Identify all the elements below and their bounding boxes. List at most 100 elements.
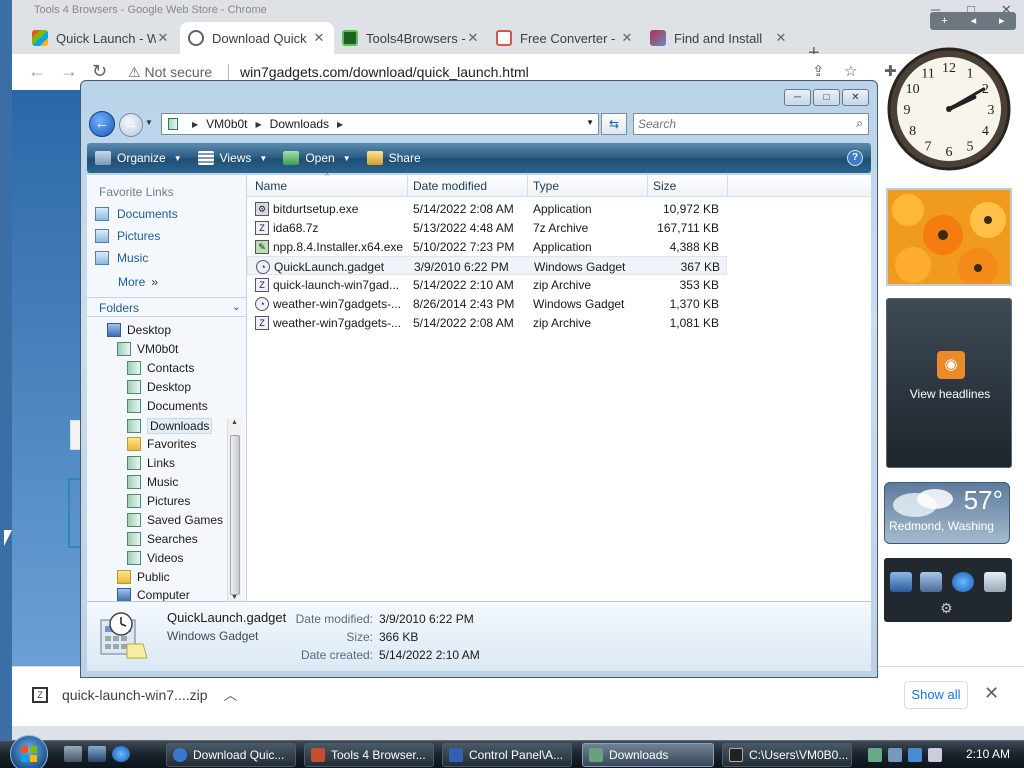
- file-row[interactable]: Zida68.7z 5/13/2022 4:48 AM 7z Archive 1…: [247, 218, 727, 237]
- share-menu[interactable]: Share: [359, 143, 429, 173]
- internet-explorer-icon[interactable]: [952, 572, 974, 592]
- column-divider[interactable]: [727, 175, 728, 197]
- scrollbar-thumb[interactable]: [230, 435, 240, 595]
- recycle-bin-icon[interactable]: [984, 572, 1006, 592]
- tab-close-icon[interactable]: ✕: [156, 30, 170, 46]
- slideshow-gadget[interactable]: [886, 188, 1012, 286]
- column-divider[interactable]: [527, 175, 528, 197]
- start-button[interactable]: [10, 735, 48, 768]
- folder-tree-scrollbar[interactable]: ▲ ▼: [227, 419, 241, 601]
- taskbar-button-chrome[interactable]: Download Quic...: [166, 743, 296, 767]
- tree-item-saved-games[interactable]: Saved Games: [127, 513, 223, 527]
- open-menu[interactable]: Open ▼: [275, 143, 358, 173]
- tree-item-searches[interactable]: Searches: [127, 532, 198, 546]
- search-input[interactable]: [634, 114, 834, 134]
- reload-icon[interactable]: ↻: [92, 62, 107, 80]
- tab-free-converter[interactable]: Free Converter - ✕: [488, 22, 642, 54]
- taskbar-button-cmd[interactable]: C:\Users\VM0B0...: [722, 743, 852, 767]
- tab-download-quick[interactable]: Download Quick ✕: [180, 22, 334, 54]
- sync-icon[interactable]: [908, 748, 922, 762]
- forward-button[interactable]: →: [119, 113, 143, 137]
- weather-gadget[interactable]: 57° Redmond, Washing: [884, 482, 1010, 544]
- column-name[interactable]: Name: [255, 179, 287, 193]
- explorer-address-bar[interactable]: ▶ VM0b0t ▶ Downloads ▶ ▼: [161, 113, 599, 135]
- display-icon[interactable]: [888, 748, 902, 762]
- breadcrumb-chevron-icon[interactable]: ▶: [337, 120, 343, 129]
- organize-menu[interactable]: Organize ▼: [87, 143, 190, 173]
- bookmark-star-icon[interactable]: ☆: [844, 62, 857, 80]
- previous-page-button[interactable]: ◂: [971, 12, 977, 30]
- explorer-minimize-button[interactable]: ─: [784, 89, 811, 106]
- feed-headlines-gadget[interactable]: ◉ View headlines: [886, 298, 1012, 468]
- tab-close-icon[interactable]: ✕: [466, 30, 480, 46]
- tree-item-videos[interactable]: Videos: [127, 551, 183, 565]
- breadcrumb-chevron-icon[interactable]: ▶: [256, 120, 262, 129]
- forward-arrow-icon[interactable]: →: [60, 62, 78, 80]
- file-row[interactable]: ✎ npp.8.4.Installer.x64.exe 5/10/2022 7:2…: [247, 237, 727, 256]
- clock-gadget[interactable]: 1234567891011 12: [886, 46, 1012, 172]
- back-button[interactable]: ←: [89, 111, 115, 137]
- url-text[interactable]: win7gadgets.com/download/quick_launch.ht…: [240, 64, 529, 80]
- file-row-selected[interactable]: ◔ QuickLaunch.gadget 3/9/2010 6:22 PM Win…: [247, 256, 727, 275]
- download-item[interactable]: Z quick-launch-win7....zip ︿: [32, 685, 238, 705]
- show-all-button[interactable]: Show all: [904, 681, 968, 709]
- column-date-modified[interactable]: Date modified: [413, 179, 487, 193]
- taskbar-button-tools4browsers[interactable]: Tools 4 Browser...: [304, 743, 434, 767]
- network-icon[interactable]: [868, 748, 882, 762]
- breadcrumb-vm0b0t[interactable]: VM0b0t: [206, 117, 247, 131]
- taskbar-button-downloads[interactable]: Downloads: [582, 743, 714, 767]
- tree-item-music[interactable]: Music: [127, 475, 178, 489]
- column-divider[interactable]: [407, 175, 408, 197]
- tree-item-public[interactable]: Public: [117, 570, 170, 584]
- scroll-up-icon[interactable]: ▲: [231, 419, 238, 426]
- breadcrumb-chevron-icon[interactable]: ▶: [192, 120, 198, 129]
- taskbar-button-control-panel[interactable]: Control Panel\A...: [442, 743, 572, 767]
- tree-item-pictures[interactable]: Pictures: [127, 494, 190, 508]
- views-menu[interactable]: Views ▼: [190, 143, 276, 173]
- history-dropdown-icon[interactable]: ▼: [145, 118, 153, 127]
- favorite-documents[interactable]: Documents: [95, 207, 178, 221]
- internet-explorer-icon[interactable]: [112, 746, 130, 762]
- search-icon[interactable]: ⌕: [856, 116, 863, 131]
- view-headlines-link[interactable]: View headlines: [887, 387, 1013, 401]
- tab-find-and-install[interactable]: Find and Install ✕: [642, 22, 796, 54]
- back-arrow-icon[interactable]: ←: [28, 62, 46, 80]
- next-page-button[interactable]: ▸: [999, 12, 1005, 30]
- tree-item-desktop[interactable]: Desktop: [127, 380, 191, 394]
- address-dropdown-icon[interactable]: ▼: [586, 118, 594, 127]
- switch-windows-icon[interactable]: [88, 746, 106, 762]
- help-icon[interactable]: ?: [847, 150, 863, 166]
- folders-header[interactable]: Folders ⌄: [87, 297, 247, 317]
- column-divider[interactable]: [647, 175, 648, 197]
- tree-item-downloads[interactable]: Downloads: [127, 418, 213, 434]
- tab-tools4browsers[interactable]: Tools4Browsers - ✕: [334, 22, 488, 54]
- file-row[interactable]: ◔ weather-win7gadgets-... 8/26/2014 2:43 …: [247, 294, 727, 313]
- tree-item-favorites[interactable]: Favorites: [127, 437, 196, 451]
- tree-item-computer[interactable]: Computer: [117, 588, 190, 602]
- computer-icon[interactable]: [890, 572, 912, 592]
- scroll-down-icon[interactable]: ▼: [231, 594, 238, 601]
- breadcrumb-downloads[interactable]: Downloads: [270, 117, 329, 131]
- tree-item-links[interactable]: Links: [127, 456, 175, 470]
- tab-close-icon[interactable]: ✕: [620, 30, 634, 46]
- column-type[interactable]: Type: [533, 179, 559, 193]
- add-gadget-button[interactable]: +: [941, 12, 947, 30]
- close-download-bar-icon[interactable]: ✕: [984, 683, 999, 704]
- chevron-down-icon[interactable]: ⌄: [232, 300, 241, 313]
- file-row[interactable]: Zquick-launch-win7gad... 5/14/2022 2:10 …: [247, 275, 727, 294]
- favorites-more-link[interactable]: More »: [118, 275, 158, 289]
- file-row[interactable]: Zweather-win7gadgets-... 5/14/2022 2:08 …: [247, 313, 727, 332]
- favorite-music[interactable]: Music: [95, 251, 148, 265]
- tree-item-desktop-root[interactable]: Desktop: [107, 323, 171, 337]
- explorer-maximize-button[interactable]: □: [813, 89, 840, 106]
- file-row[interactable]: ⚙ bitdurtsetup.exe 5/14/2022 2:08 AM Appl…: [247, 199, 727, 218]
- taskbar-clock[interactable]: 2:10 AM: [966, 747, 1010, 761]
- tab-close-icon[interactable]: ✕: [774, 30, 788, 46]
- show-desktop-icon[interactable]: [64, 746, 82, 762]
- tab-quick-launch[interactable]: Quick Launch - W ✕: [24, 22, 178, 54]
- control-panel-icon[interactable]: [920, 572, 942, 592]
- column-size[interactable]: Size: [653, 179, 676, 193]
- favorite-pictures[interactable]: Pictures: [95, 229, 160, 243]
- tree-item-contacts[interactable]: Contacts: [127, 361, 194, 375]
- explorer-close-button[interactable]: ✕: [842, 89, 869, 106]
